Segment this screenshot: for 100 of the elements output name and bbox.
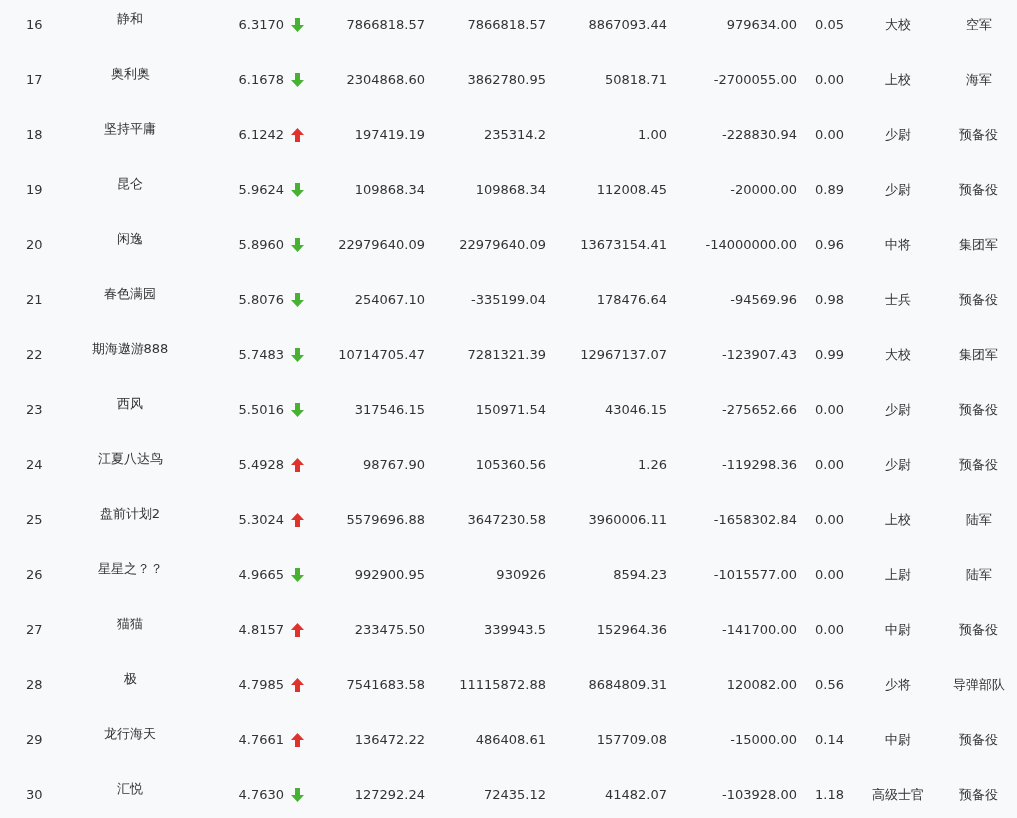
score-value: 6.1242 <box>238 127 284 142</box>
rank-number: 21 <box>26 292 43 307</box>
user-name: 昆仑 <box>117 175 143 191</box>
table-cell: -20000.00 <box>730 182 797 197</box>
user-name: 奥利奥 <box>110 65 150 81</box>
branch-label: 陆军 <box>965 511 992 527</box>
rank-title: 少尉 <box>884 126 911 142</box>
table-cell: 136472.22 <box>354 732 425 747</box>
branch-label: 预备役 <box>959 786 998 802</box>
table-cell: 72435.12 <box>483 787 546 802</box>
table-cell: 7866818.57 <box>346 17 425 32</box>
user-name: 春色满园 <box>104 285 156 301</box>
rank-number: 18 <box>26 127 43 142</box>
table-cell: -1015577.00 <box>713 567 797 582</box>
table-cell: 0.05 <box>815 17 844 32</box>
table-cell: 0.00 <box>815 567 844 582</box>
table-cell: 0.96 <box>815 237 844 252</box>
rank-title: 中尉 <box>884 731 911 747</box>
table-cell: 339943.5 <box>483 622 546 637</box>
user-name: 西风 <box>117 395 143 411</box>
table-cell: 41482.07 <box>604 787 667 802</box>
rank-title: 上校 <box>884 511 911 527</box>
table-cell: 22979640.09 <box>338 237 425 252</box>
table-cell: 233475.50 <box>354 622 425 637</box>
score-value: 4.7985 <box>238 677 284 692</box>
table-cell: 43046.15 <box>604 402 667 417</box>
rank-title: 士兵 <box>884 291 911 307</box>
rank-number: 27 <box>26 622 43 637</box>
user-name: 猫猫 <box>117 615 143 631</box>
score-value: 5.5016 <box>238 402 284 417</box>
score-value: 4.7630 <box>238 787 284 802</box>
table-cell: 22979640.09 <box>459 237 546 252</box>
rank-title: 高级士官 <box>871 786 924 802</box>
branch-label: 预备役 <box>959 181 998 197</box>
score-value: 6.3170 <box>238 17 284 32</box>
rank-number: 28 <box>26 677 43 692</box>
score-value: 5.8960 <box>238 237 284 252</box>
table-cell: 109868.34 <box>354 182 425 197</box>
branch-label: 预备役 <box>959 401 998 417</box>
branch-label: 导弹部队 <box>952 676 1005 692</box>
table-cell: 0.00 <box>815 512 844 527</box>
table-cell: 979634.00 <box>726 17 797 32</box>
rank-title: 中将 <box>884 236 911 252</box>
branch-label: 预备役 <box>959 126 998 142</box>
score-value: 5.9624 <box>238 182 284 197</box>
user-name: 江夏八达鸟 <box>97 450 163 466</box>
table-cell: 13673154.41 <box>580 237 667 252</box>
table-cell: 1.18 <box>815 787 844 802</box>
table-cell: 10714705.47 <box>338 347 425 362</box>
rank-number: 22 <box>26 347 43 362</box>
table-cell: -335199.04 <box>471 292 546 307</box>
rank-number: 17 <box>26 72 43 87</box>
table-cell: -1658302.84 <box>713 512 797 527</box>
user-name: 星星之？？ <box>97 560 163 576</box>
table-cell: 7866818.57 <box>467 17 546 32</box>
table-cell: 120082.00 <box>726 677 797 692</box>
rank-number: 30 <box>26 787 43 802</box>
table-cell: 12967137.07 <box>580 347 667 362</box>
user-name: 闲逸 <box>117 230 143 246</box>
table-cell: 0.00 <box>815 127 844 142</box>
score-value: 5.4928 <box>238 457 284 472</box>
table-cell: 0.14 <box>815 732 844 747</box>
table-cell: 0.99 <box>815 347 844 362</box>
table-cell: 178476.64 <box>596 292 667 307</box>
table-cell: 105360.56 <box>475 457 546 472</box>
rank-title: 上校 <box>884 71 911 87</box>
table-cell: 11115872.88 <box>459 677 546 692</box>
rank-title: 少尉 <box>884 401 911 417</box>
rank-number: 20 <box>26 237 43 252</box>
rank-number: 16 <box>26 17 43 32</box>
score-value: 4.8157 <box>238 622 284 637</box>
table-cell: 8867093.44 <box>588 17 667 32</box>
branch-label: 空军 <box>965 16 992 32</box>
table-cell: 0.00 <box>815 457 844 472</box>
table-cell: 7541683.58 <box>346 677 425 692</box>
user-name: 盘前计划2 <box>99 505 161 521</box>
branch-label: 预备役 <box>959 291 998 307</box>
rank-number: 23 <box>26 402 43 417</box>
rank-title: 上尉 <box>884 566 911 582</box>
branch-label: 集团军 <box>959 346 998 362</box>
table-cell: 8594.23 <box>613 567 667 582</box>
branch-label: 预备役 <box>959 731 998 747</box>
user-name: 极 <box>123 670 137 686</box>
branch-label: 陆军 <box>965 566 992 582</box>
table-cell: 98767.90 <box>362 457 425 472</box>
table-cell: 50818.71 <box>604 72 667 87</box>
table-cell: 0.00 <box>815 402 844 417</box>
table-cell: -141700.00 <box>722 622 797 637</box>
score-value: 5.7483 <box>238 347 284 362</box>
score-value: 4.9665 <box>238 567 284 582</box>
score-value: 5.8076 <box>238 292 284 307</box>
table-cell: 3862780.95 <box>467 72 546 87</box>
table-cell: 7281321.39 <box>467 347 546 362</box>
user-name: 汇悦 <box>117 780 143 796</box>
table-cell: 1.00 <box>638 127 667 142</box>
rank-title: 少尉 <box>884 181 911 197</box>
branch-label: 预备役 <box>959 621 998 637</box>
table-cell: 317546.15 <box>354 402 425 417</box>
table-cell: 127292.24 <box>354 787 425 802</box>
table-cell: 152964.36 <box>596 622 667 637</box>
